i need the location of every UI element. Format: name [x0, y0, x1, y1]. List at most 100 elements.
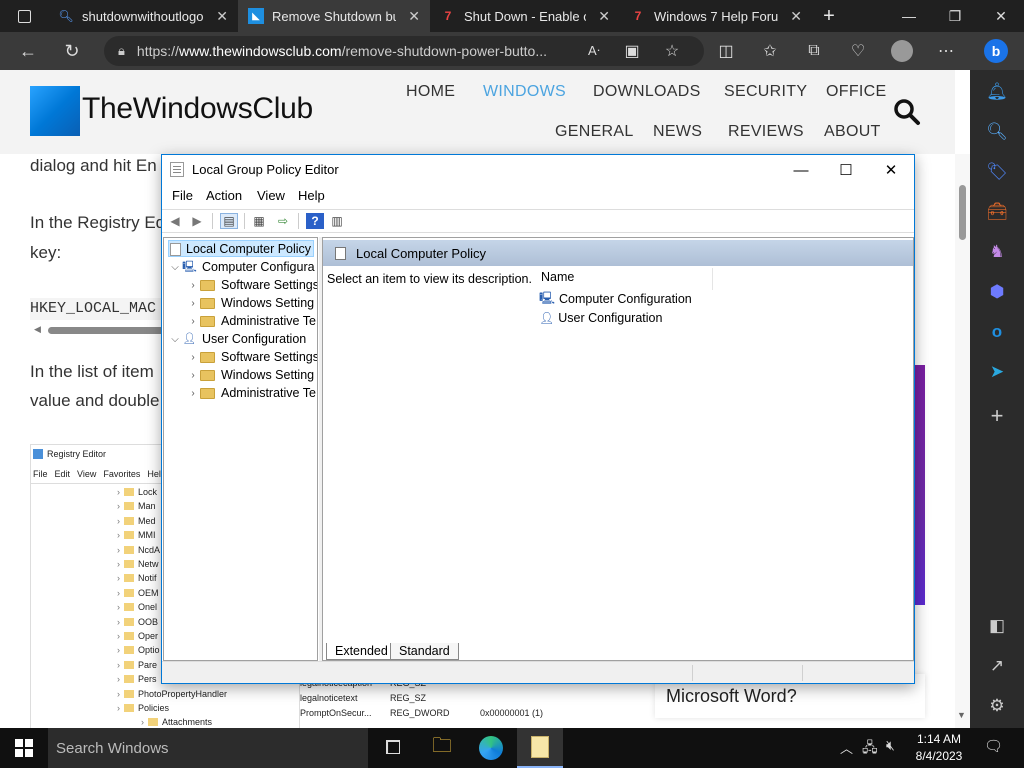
menu-action[interactable]: Action — [206, 188, 242, 203]
taskbar-search-box[interactable]: Search Windows — [48, 728, 368, 768]
export-list-icon[interactable]: ⇨ — [274, 213, 292, 229]
tree-node-administrative-templates[interactable]: › Administrative Te — [164, 312, 316, 330]
sidebar-notifications[interactable]: 🔔︎ — [970, 74, 1024, 110]
site-logo-text[interactable]: TheWindowsClub — [82, 92, 313, 126]
scroll-down-icon[interactable]: ▼ — [957, 710, 966, 720]
start-button[interactable] — [0, 728, 48, 768]
lock-icon[interactable]: 🔒︎ — [118, 43, 125, 59]
back-button[interactable]: ← — [10, 32, 46, 70]
tree-node-local-computer-policy[interactable]: Local Computer Policy — [164, 240, 311, 258]
show-hidden-icons-chevron-icon[interactable]: ︿ — [840, 738, 853, 757]
code-scrollbar[interactable] — [48, 327, 168, 334]
tab-3[interactable]: 7 Windows 7 Help Forums ✕ — [620, 0, 812, 32]
more-button[interactable]: ⋯ — [928, 32, 964, 70]
tree-node-software-settings[interactable]: › Software Settings — [164, 276, 317, 294]
gpe-maximize-button[interactable]: ☐ — [823, 155, 869, 185]
sidebar-settings[interactable]: ⚙ — [970, 688, 1024, 724]
file-explorer-button[interactable]: 🗀 — [419, 728, 465, 768]
minimize-button[interactable]: — — [886, 0, 932, 32]
favorites-button[interactable]: ✩ — [752, 32, 788, 70]
taskbar-clock[interactable]: 1:14 AM 8/4/2023 — [908, 731, 970, 765]
sidebar-games[interactable]: ♞ — [970, 234, 1024, 270]
new-tab-button[interactable]: + — [814, 0, 844, 32]
properties-icon[interactable]: ▦ — [250, 213, 268, 229]
nav-home[interactable]: HOME — [406, 83, 455, 101]
sidebar-hide[interactable]: ◧ — [970, 608, 1024, 644]
refresh-button[interactable]: ↻ — [54, 32, 90, 70]
tree-node-administrative-templates[interactable]: › Administrative Te — [164, 384, 316, 402]
chevron-right-icon[interactable]: › — [186, 388, 200, 399]
sidebar-external[interactable]: ↗ — [970, 648, 1024, 684]
page-scrollbar-thumb[interactable] — [959, 185, 966, 240]
forward-arrow-icon[interactable]: ▶ — [188, 213, 206, 229]
site-search-icon[interactable] — [893, 98, 921, 126]
filter-icon[interactable]: ▥ — [328, 213, 346, 229]
column-header-name[interactable]: Name — [538, 268, 713, 290]
show-hide-tree-icon[interactable]: ▤ — [220, 213, 238, 229]
sidebar-outlook[interactable]: o — [970, 314, 1024, 350]
nav-downloads[interactable]: DOWNLOADS — [593, 83, 701, 101]
chevron-right-icon[interactable]: › — [186, 316, 200, 327]
close-tab-icon[interactable]: ✕ — [408, 8, 420, 25]
sidebar-m365[interactable]: ⬢ — [970, 274, 1024, 310]
list-item-user-configuration[interactable]: 👤︎ User Configuration — [539, 309, 662, 327]
gpe-minimize-button[interactable]: — — [778, 155, 824, 185]
favorite-star-button[interactable]: ☆ — [654, 32, 690, 70]
read-aloud-button[interactable]: Aᐧ — [576, 32, 612, 70]
nav-news[interactable]: NEWS — [653, 123, 702, 141]
split-screen-button[interactable]: ◫ — [708, 32, 744, 70]
sidebar-drop[interactable]: ➤ — [970, 354, 1024, 390]
tree-node-windows-settings[interactable]: › Windows Setting — [164, 294, 314, 312]
nav-office[interactable]: OFFICE — [826, 83, 886, 101]
restore-button[interactable]: ❐ — [932, 0, 978, 32]
chevron-down-icon[interactable]: ⌵ — [168, 262, 182, 273]
nav-reviews[interactable]: REVIEWS — [728, 123, 804, 141]
page-scrollbar[interactable] — [955, 154, 970, 728]
help-icon[interactable]: ? — [306, 213, 324, 229]
menu-file[interactable]: File — [172, 188, 193, 203]
tab-standard[interactable]: Standard — [390, 643, 459, 660]
tab-1-active[interactable]: ◣ Remove Shutdown butt ✕ — [238, 0, 430, 32]
collections-button[interactable]: ⧉ — [796, 32, 832, 70]
gpe-titlebar[interactable]: Local Group Policy Editor — ☐ ✕ — [162, 155, 914, 185]
network-icon[interactable]: 🖧 — [862, 737, 878, 761]
sidebar-tools[interactable]: 🧰︎ — [970, 194, 1024, 230]
tree-node-computer-configuration[interactable]: ⌵ 🖳 Computer Configura — [164, 258, 314, 276]
tree-node-software-settings[interactable]: › Software Settings — [164, 348, 317, 366]
tab-2[interactable]: 7 Shut Down - Enable or D ✕ — [430, 0, 620, 32]
back-arrow-icon[interactable]: ◀ — [166, 213, 184, 229]
tree-node-windows-settings[interactable]: › Windows Setting — [164, 366, 314, 384]
group-policy-editor-window[interactable]: Local Group Policy Editor — ☐ ✕ File Act… — [161, 154, 915, 684]
close-tab-icon[interactable]: ✕ — [598, 8, 610, 25]
volume-muted-icon[interactable]: 🔇︎ — [886, 737, 895, 754]
action-center-icon[interactable]: 🗨︎ — [984, 737, 1003, 755]
gpe-close-button[interactable]: ✕ — [868, 155, 914, 185]
close-window-button[interactable]: ✕ — [978, 0, 1024, 32]
nav-security[interactable]: SECURITY — [724, 83, 807, 101]
sidebar-search[interactable]: 🔍︎ — [970, 114, 1024, 150]
chevron-right-icon[interactable]: › — [186, 280, 200, 291]
edge-taskbar-button[interactable] — [468, 728, 514, 768]
close-tab-icon[interactable]: ✕ — [216, 8, 228, 25]
nav-about[interactable]: ABOUT — [824, 123, 881, 141]
menu-help[interactable]: Help — [298, 188, 325, 203]
tree-node-user-configuration[interactable]: ⌵ 👤︎ User Configuration — [164, 330, 306, 348]
immersive-reader-button[interactable]: ▣ — [614, 32, 650, 70]
scroll-left-icon[interactable]: ◀ — [34, 324, 41, 335]
chevron-right-icon[interactable]: › — [186, 370, 200, 381]
bing-chat-button[interactable]: b — [978, 32, 1014, 70]
twc-logo[interactable] — [30, 86, 80, 136]
gpedit-taskbar-button[interactable] — [517, 728, 563, 768]
task-view-button[interactable]: ⧠ — [370, 728, 416, 768]
sidebar-shopping[interactable]: 🏷︎ — [970, 154, 1024, 190]
chevron-right-icon[interactable]: › — [186, 298, 200, 309]
performance-button[interactable]: ♡ — [840, 32, 876, 70]
sidebar-add[interactable]: + — [970, 398, 1024, 434]
nav-general[interactable]: GENERAL — [555, 123, 634, 141]
tab-0[interactable]: 🔍︎ shutdownwithoutlogon ✕ — [48, 0, 238, 32]
chevron-right-icon[interactable]: › — [186, 352, 200, 363]
close-tab-icon[interactable]: ✕ — [790, 8, 802, 25]
profile-button[interactable] — [884, 32, 920, 70]
list-item-computer-configuration[interactable]: 🖳 Computer Configuration — [539, 290, 692, 308]
menu-view[interactable]: View — [257, 188, 285, 203]
